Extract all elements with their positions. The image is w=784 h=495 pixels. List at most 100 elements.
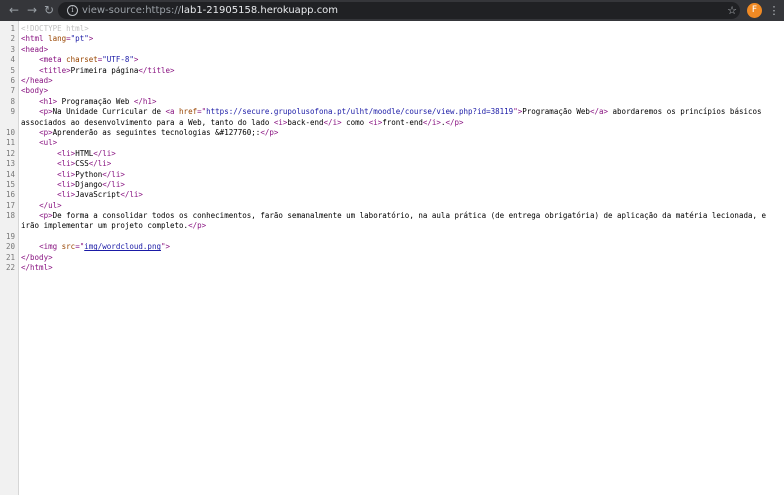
text: De forma a consolidar todos os conhecime… (21, 211, 771, 231)
tag: </head> (21, 75, 53, 85)
line-number: 21 (5, 252, 15, 262)
img-src-link[interactable]: img/wordcloud.png (84, 242, 161, 251)
tag: </a> (589, 107, 609, 117)
text: Na Unidade Curricular de (52, 107, 166, 117)
tag: </li> (93, 148, 116, 158)
line-number: 14 (5, 169, 15, 179)
source-view: 1 <!DOCTYPE html> 2 <html lang="pt"> 3 <… (0, 24, 784, 273)
tag: <img (39, 242, 58, 252)
line-number: 2 (10, 34, 15, 44)
text: front-end (382, 117, 423, 127)
tag: <html (21, 34, 44, 44)
source-line-18: 18 <p>De forma a consolidar todos os con… (0, 211, 784, 232)
line-number: 17 (5, 200, 15, 210)
attr-name: href (179, 107, 198, 117)
text: Primeira página (70, 65, 139, 75)
tag: <li> (57, 179, 76, 189)
star-icon[interactable]: ☆ (725, 0, 739, 21)
source-line-5: 5 <title>Primeira página</title> (0, 66, 784, 76)
profile-avatar[interactable]: F (747, 3, 762, 18)
line-number: 15 (5, 179, 15, 189)
attr-name: lang (48, 34, 67, 44)
line-number: 12 (5, 148, 15, 158)
text: Aprenderão as seguintes tecnologias &#12… (52, 127, 261, 137)
tag: <li> (57, 159, 76, 169)
source-line-20: 20 <img src="img/wordcloud.png"> (0, 242, 784, 252)
text: JavaScript (75, 190, 121, 200)
tag: <li> (57, 190, 76, 200)
text: Python (75, 169, 103, 179)
address-bar[interactable]: i view-source:https://lab1-21905158.hero… (58, 2, 740, 19)
arrow-left-icon[interactable]: ← (5, 0, 23, 21)
tag: <title> (39, 65, 71, 75)
text: Programação Web (522, 107, 590, 117)
attr-name: src (61, 242, 76, 252)
source-line-15: 15 <li>Django</li> (0, 180, 784, 190)
info-icon[interactable]: i (67, 5, 78, 16)
source-line-19: 19 (0, 232, 784, 242)
address-url[interactable]: view-source:https://lab1-21905158.heroku… (82, 2, 338, 19)
three-dots-icon[interactable]: ⋮ (768, 0, 780, 21)
tag: </p> (445, 117, 464, 127)
source-line-21: 21 </body> (0, 253, 784, 263)
text: HTML (75, 148, 94, 158)
tag: </li> (102, 169, 125, 179)
tag: <p> (39, 127, 53, 137)
tag: > (165, 242, 171, 252)
line-number: 6 (10, 75, 15, 85)
line-number: 19 (5, 231, 15, 241)
tag: </p> (260, 127, 279, 137)
tag: <head> (21, 44, 49, 54)
line-number: 20 (5, 242, 15, 252)
tag: =" (75, 242, 85, 252)
tag: > (133, 55, 139, 65)
tag: <p> (39, 107, 53, 117)
source-line-4: 4 <meta charset="UTF-8"> (0, 55, 784, 65)
source-line-10: 10 <p>Aprenderão as seguintes tecnologia… (0, 128, 784, 138)
tag: </h1> (133, 96, 157, 106)
url-prefix: view-source:https:// (82, 5, 182, 16)
line-number: 4 (10, 55, 15, 65)
tag: <li> (57, 148, 76, 158)
line-number: 3 (10, 44, 15, 54)
tag: <meta (39, 55, 62, 65)
attr-name: charset (66, 55, 98, 65)
tag: <i> (368, 117, 383, 127)
browser-toolbar: ← → ↻ i view-source:https://lab1-2190515… (0, 0, 784, 21)
line-number: 11 (5, 138, 15, 148)
arrow-right-icon[interactable]: → (23, 0, 41, 21)
line-number: 5 (10, 65, 15, 75)
text: como (341, 117, 369, 127)
tag: </html> (21, 263, 53, 273)
line-number: 1 (10, 24, 15, 33)
tag: </li> (102, 179, 125, 189)
attr-value: "UTF-8" (102, 55, 134, 65)
tag: </li> (88, 159, 112, 169)
tag: </li> (120, 190, 143, 200)
tag: </i> (323, 117, 342, 127)
line-number: 16 (5, 190, 15, 200)
source-line-17: 17 </ul> (0, 201, 784, 211)
tag: </ul> (39, 200, 62, 210)
source-line-16: 16 <li>JavaScript</li> (0, 190, 784, 200)
line-number: 8 (10, 96, 15, 106)
doctype: <!DOCTYPE html> (21, 24, 89, 33)
tag: <a (165, 107, 175, 117)
source-line-11: 11 <ul> (0, 138, 784, 148)
text: Django (75, 179, 103, 189)
tag: <i> (273, 117, 288, 127)
text: CSS (75, 159, 89, 169)
text: Programação Web (57, 96, 134, 106)
source-line-14: 14 <li>Python</li> (0, 170, 784, 180)
source-line-8: 8 <h1> Programação Web </h1> (0, 97, 784, 107)
tag: </title> (138, 65, 175, 75)
source-line-1: 1 <!DOCTYPE html> (0, 24, 784, 34)
source-line-12: 12 <li>HTML</li> (0, 149, 784, 159)
text: back-end (287, 117, 324, 127)
line-number: 18 (5, 211, 15, 221)
source-line-22: 22 </html> (0, 263, 784, 273)
tag: <p> (39, 211, 53, 221)
reload-icon[interactable]: ↻ (40, 0, 58, 21)
url-host: lab1-21905158.herokuapp.com (181, 5, 339, 16)
attr-value: "pt" (70, 34, 89, 44)
